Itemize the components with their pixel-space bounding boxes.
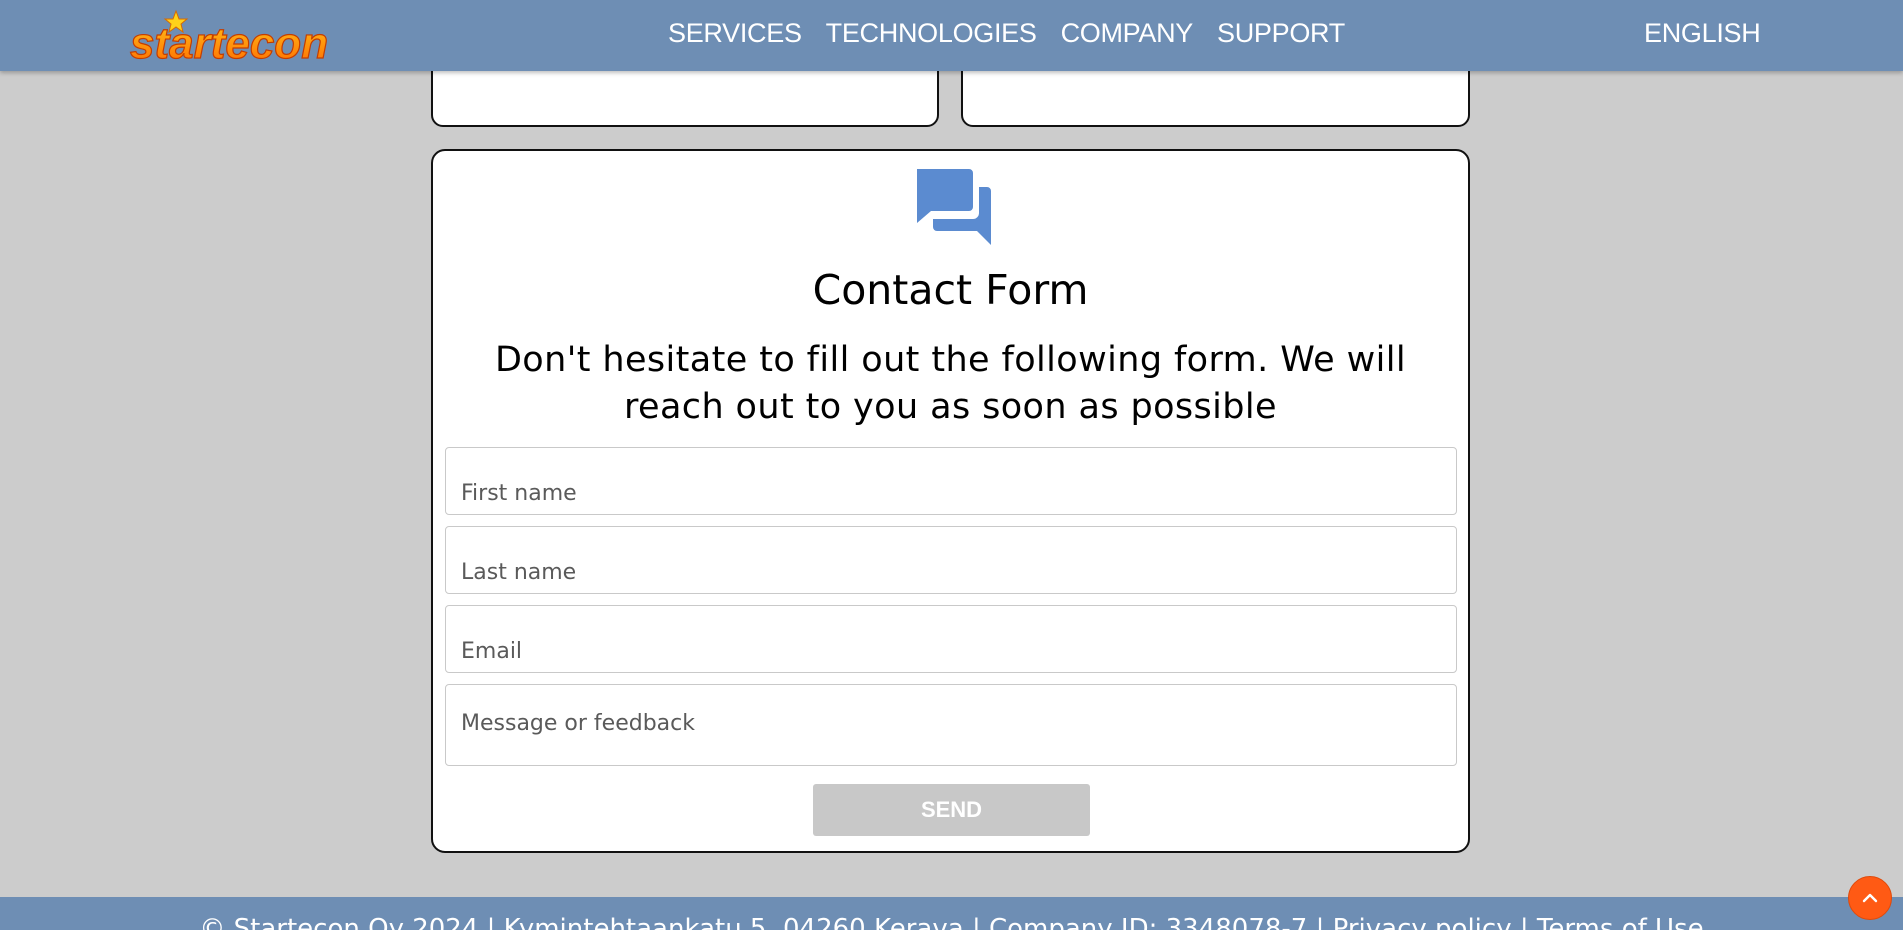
- contact-form-card: Contact Form Don't hesitate to fill out …: [431, 149, 1470, 853]
- main-nav: SERVICES TECHNOLOGIES COMPANY SUPPORT: [668, 18, 1345, 49]
- first-name-field[interactable]: [445, 447, 1457, 515]
- chevron-up-icon: [1862, 893, 1878, 903]
- nav-company[interactable]: COMPANY: [1061, 18, 1194, 49]
- site-header: startecon SERVICES TECHNOLOGIES COMPANY …: [0, 0, 1903, 71]
- footer-text: © Startecon Oy 2024 | Kymintehtaankatu 5…: [199, 914, 1704, 930]
- nav-services[interactable]: SERVICES: [668, 18, 802, 49]
- email-field[interactable]: [445, 605, 1457, 673]
- contact-form-title: Contact Form: [812, 266, 1089, 314]
- contact-form-subtitle: Don't hesitate to fill out the following…: [494, 340, 1407, 427]
- site-footer: © Startecon Oy 2024 | Kymintehtaankatu 5…: [0, 897, 1903, 930]
- svg-text:startecon: startecon: [130, 19, 328, 63]
- last-name-field[interactable]: [445, 526, 1457, 594]
- scroll-top-button[interactable]: [1848, 876, 1892, 920]
- chat-bubbles-icon: [917, 169, 991, 245]
- nav-technologies[interactable]: TECHNOLOGIES: [826, 18, 1037, 49]
- language-selector[interactable]: ENGLISH: [1644, 18, 1761, 49]
- nav-support[interactable]: SUPPORT: [1217, 18, 1345, 49]
- startecon-logo[interactable]: startecon: [128, 9, 348, 63]
- message-field[interactable]: [445, 684, 1457, 766]
- send-button[interactable]: SEND: [813, 784, 1090, 836]
